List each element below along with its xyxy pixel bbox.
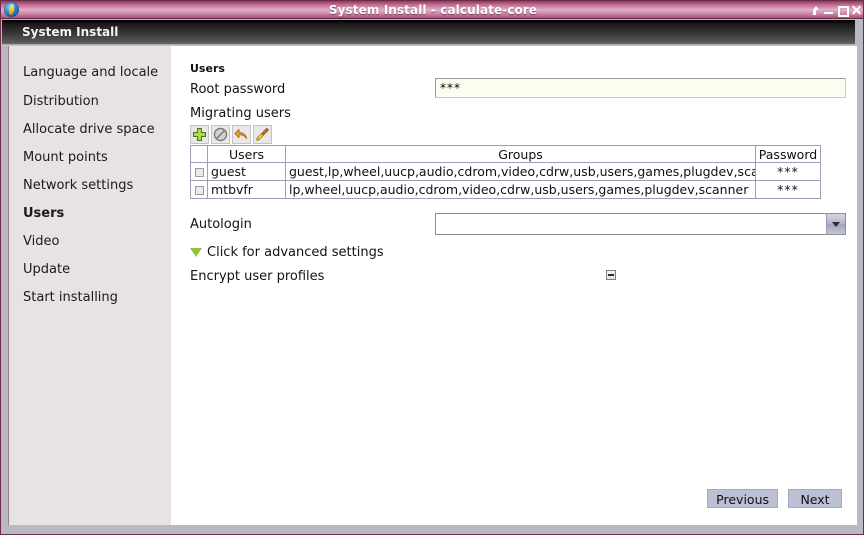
window-frame-bottom bbox=[1, 524, 863, 534]
column-header-users[interactable]: Users bbox=[207, 145, 286, 163]
next-button[interactable]: Next bbox=[788, 489, 842, 508]
previous-button[interactable]: Previous bbox=[707, 489, 778, 508]
clear-button[interactable] bbox=[253, 125, 272, 144]
row-groups-cell: lp,wheel,uucp,audio,cdrom,video,cdrw,usb… bbox=[285, 180, 756, 199]
plus-icon bbox=[193, 128, 206, 141]
table-row[interactable]: mtbvfr lp,wheel,uucp,audio,cdrom,video,c… bbox=[190, 180, 821, 199]
window-titlebar[interactable]: System Install - calculate-core bbox=[1, 1, 863, 19]
app-header-bar: System Install bbox=[2, 20, 863, 44]
sidebar-item-distribution[interactable]: Distribution bbox=[23, 92, 99, 112]
table-header-row: Users Groups Password bbox=[190, 145, 821, 163]
row-groups-cell: guest,lp,wheel,uucp,audio,cdrom,video,cd… bbox=[285, 162, 756, 181]
sidebar-item-start-installing[interactable]: Start installing bbox=[23, 288, 118, 308]
autologin-selected-value bbox=[436, 214, 826, 234]
app-header-title: System Install bbox=[22, 25, 119, 39]
autologin-select[interactable] bbox=[435, 213, 846, 235]
application-window: System Install - calculate-core System I… bbox=[0, 0, 864, 535]
advanced-settings-toggle[interactable]: Click for advanced settings bbox=[190, 245, 384, 260]
chevron-down-icon[interactable] bbox=[826, 214, 845, 234]
row-select-cell[interactable] bbox=[190, 180, 208, 199]
navigation-sidebar: Language and locale Distribution Allocat… bbox=[9, 46, 171, 525]
add-user-button[interactable] bbox=[190, 125, 209, 144]
undo-arrow-icon bbox=[234, 129, 247, 139]
undo-button[interactable] bbox=[232, 125, 251, 144]
row-user-cell: guest bbox=[207, 162, 286, 181]
window-controls bbox=[810, 1, 861, 19]
encrypt-user-profiles-label: Encrypt user profiles bbox=[190, 269, 325, 284]
row-select-cell[interactable] bbox=[190, 162, 208, 181]
footer-button-group: Previous Next bbox=[707, 489, 842, 508]
table-row[interactable]: guest guest,lp,wheel,uucp,audio,cdrom,vi… bbox=[190, 162, 821, 181]
sidebar-item-mount-points[interactable]: Mount points bbox=[23, 148, 108, 168]
column-header-groups[interactable]: Groups bbox=[285, 145, 756, 163]
sidebar-item-network-settings[interactable]: Network settings bbox=[23, 176, 133, 196]
maximize-button[interactable] bbox=[838, 5, 849, 17]
forbidden-icon bbox=[213, 127, 228, 142]
encrypt-user-profiles-checkbox[interactable] bbox=[606, 270, 616, 280]
advanced-settings-label: Click for advanced settings bbox=[207, 245, 384, 260]
column-header-select[interactable] bbox=[190, 145, 208, 163]
row-user-cell: mtbvfr bbox=[207, 180, 286, 199]
row-password-cell: *** bbox=[755, 180, 821, 199]
close-button[interactable] bbox=[852, 6, 861, 15]
shade-button[interactable] bbox=[810, 5, 819, 15]
sidebar-item-users[interactable]: Users bbox=[23, 204, 64, 224]
root-password-label: Root password bbox=[190, 82, 286, 97]
row-password-cell: *** bbox=[755, 162, 821, 181]
broom-icon bbox=[256, 127, 269, 141]
row-checkbox[interactable] bbox=[194, 168, 204, 177]
migrating-users-table: Users Groups Password guest guest,lp,whe… bbox=[190, 145, 821, 199]
sidebar-item-allocate-drive-space[interactable]: Allocate drive space bbox=[23, 120, 155, 140]
autologin-label: Autologin bbox=[190, 217, 252, 232]
row-checkbox[interactable] bbox=[194, 186, 204, 195]
triangle-down-icon bbox=[190, 248, 202, 257]
remove-user-button[interactable] bbox=[211, 125, 230, 144]
page-title: Users bbox=[190, 62, 225, 75]
column-header-password[interactable]: Password bbox=[755, 145, 821, 163]
migrating-users-label: Migrating users bbox=[190, 106, 291, 121]
window-title: System Install - calculate-core bbox=[328, 3, 538, 17]
sidebar-item-update[interactable]: Update bbox=[23, 260, 70, 280]
main-content-panel: Users Root password Migrating users bbox=[171, 46, 857, 525]
sidebar-item-language-and-locale[interactable]: Language and locale bbox=[23, 63, 158, 83]
sidebar-item-video[interactable]: Video bbox=[23, 232, 59, 252]
root-password-input[interactable] bbox=[435, 78, 846, 98]
users-table-toolbar bbox=[190, 125, 272, 144]
minimize-button[interactable] bbox=[824, 6, 833, 15]
